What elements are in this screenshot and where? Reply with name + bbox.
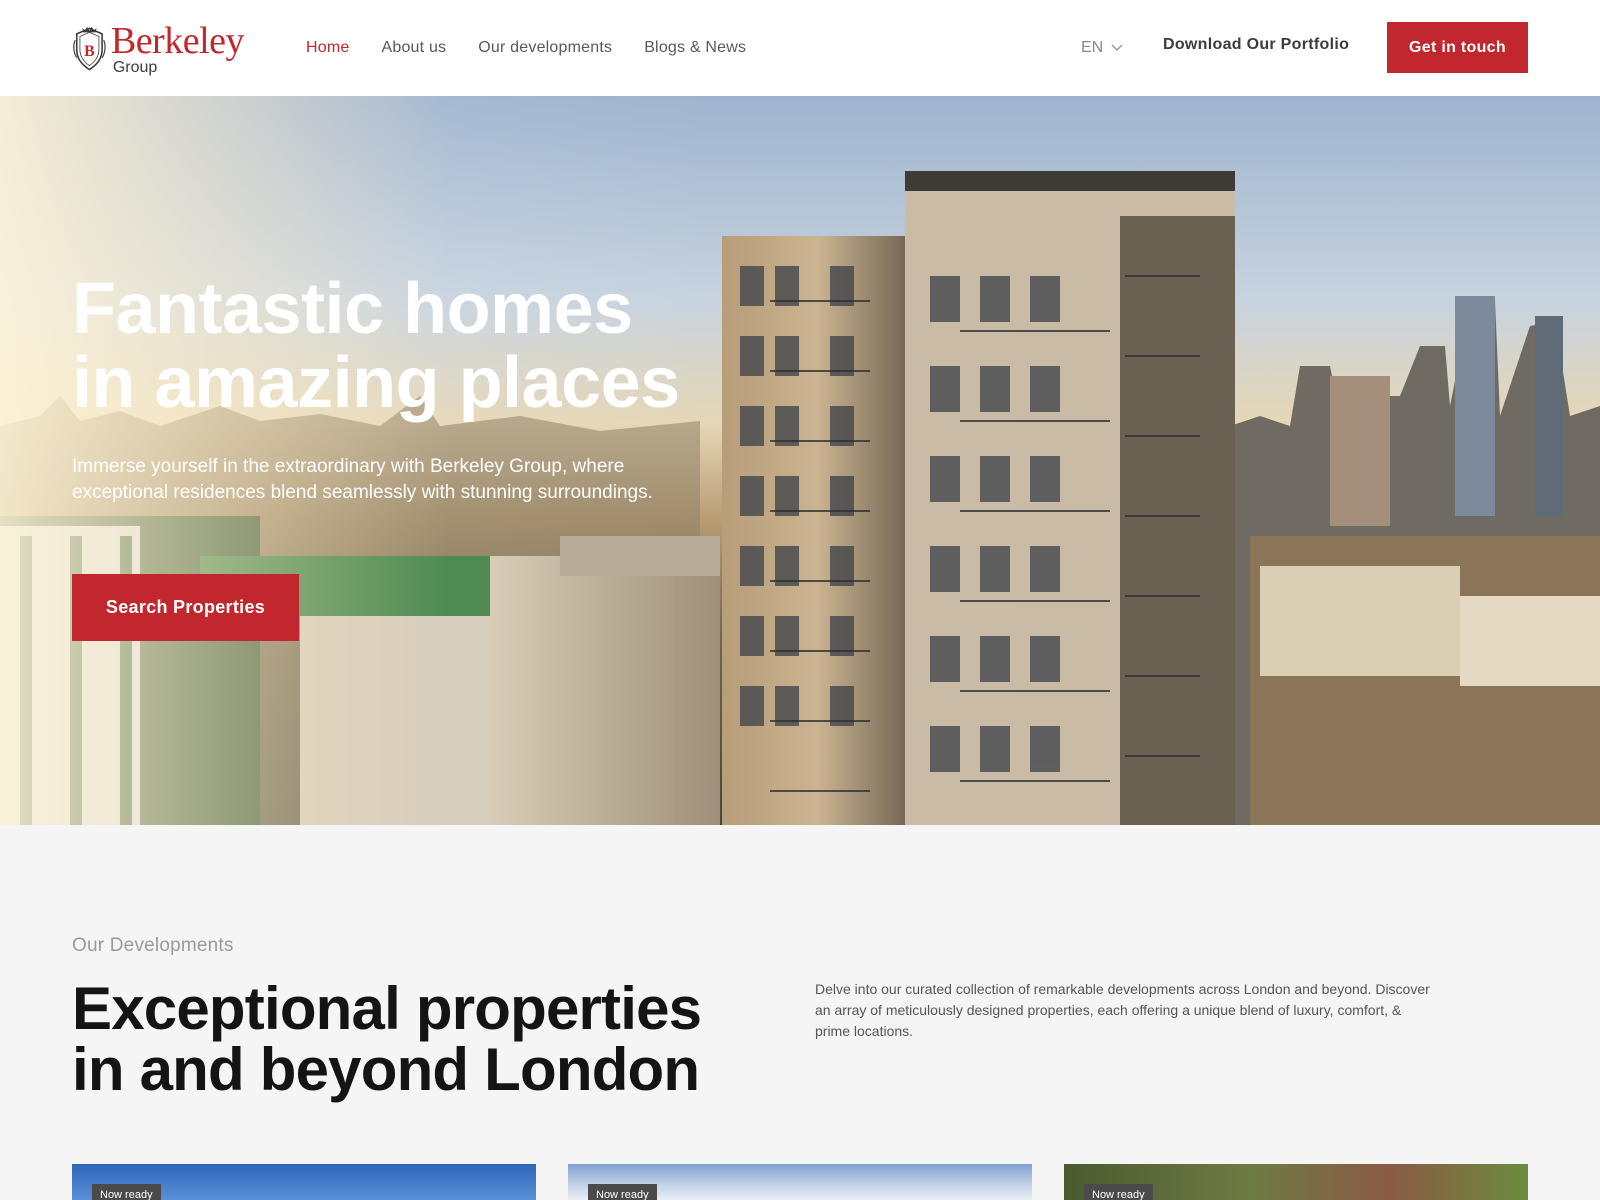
hero-description: Immerse yourself in the extraordinary wi…: [72, 456, 653, 503]
developments-eyebrow: Our Developments: [72, 935, 234, 956]
chevron-down-icon: [1111, 44, 1123, 52]
get-in-touch-button[interactable]: Get in touch: [1387, 22, 1528, 73]
development-card[interactable]: Now ready: [72, 1164, 536, 1200]
developments-title: Exceptional properties in and beyond Lon…: [72, 978, 792, 1100]
developments-title-line-1: Exceptional properties: [72, 975, 702, 1042]
nav-item-home[interactable]: Home: [306, 39, 349, 57]
language-label: EN: [1081, 39, 1104, 56]
berkeley-crest-icon: B: [73, 26, 106, 71]
language-selector[interactable]: EN: [1081, 36, 1123, 60]
hero-section: Fantastic homes in amazing places Immers…: [0, 96, 1600, 825]
developments-title-line-2: in and beyond London: [72, 1036, 700, 1103]
brand-name: Berkeley: [110, 20, 245, 62]
development-card[interactable]: Now ready: [568, 1164, 1032, 1200]
svg-text:B: B: [84, 43, 95, 60]
development-cards: Now ready Now ready Now ready: [72, 1164, 1528, 1200]
hero-title-line-2: in amazing places: [72, 343, 680, 423]
hero-title: Fantastic homes in amazing places: [72, 272, 752, 420]
hero-title-line-1: Fantastic homes: [72, 269, 633, 349]
search-properties-button[interactable]: Search Properties: [72, 574, 299, 641]
brand-subtitle: Group: [112, 59, 158, 76]
brand-logo[interactable]: B Berkeley Group: [72, 20, 245, 78]
developments-description: Delve into our curated collection of rem…: [815, 981, 1430, 1039]
nav-item-blogs-news[interactable]: Blogs & News: [644, 39, 746, 57]
development-card[interactable]: Now ready: [1064, 1164, 1528, 1200]
download-portfolio-link[interactable]: Download Our Portfolio: [1163, 36, 1349, 54]
status-badge: Now ready: [92, 1184, 161, 1200]
nav-item-about-us[interactable]: About us: [381, 39, 446, 57]
status-badge: Now ready: [588, 1184, 657, 1200]
status-badge: Now ready: [1084, 1184, 1153, 1200]
site-header: B Berkeley Group Home About us Our devel…: [0, 0, 1600, 96]
main-nav: Home About us Our developments Blogs & N…: [306, 0, 746, 96]
nav-item-our-developments[interactable]: Our developments: [478, 39, 612, 57]
